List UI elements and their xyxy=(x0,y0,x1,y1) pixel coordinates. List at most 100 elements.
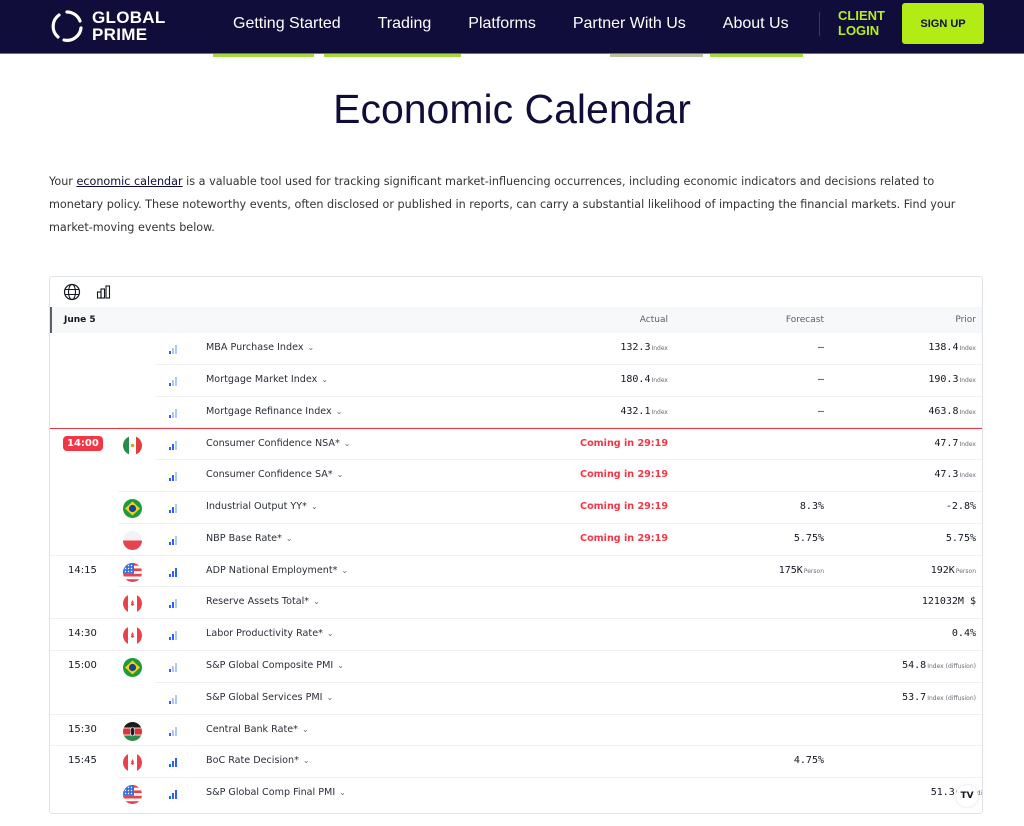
tradingview-logo-icon[interactable]: TV xyxy=(956,785,978,807)
event-name-text: S&P Global Composite PMI xyxy=(206,659,334,671)
prior-value: 47.7Index xyxy=(934,438,976,449)
event-name[interactable]: Central Bank Rate* ⌄ xyxy=(206,724,309,735)
event-row[interactable]: Mortgage Refinance Index ⌄ 432.1 Index — 463.… xyxy=(50,397,982,429)
nav-links: Getting Started Trading Platforms Partne… xyxy=(233,0,826,48)
actual-unit: Index xyxy=(651,345,668,352)
event-name[interactable]: Consumer Confidence SA* ⌄ xyxy=(206,469,343,480)
prior-value: 192KPerson xyxy=(931,565,976,576)
event-name[interactable]: Reserve Assets Total* ⌄ xyxy=(206,596,320,607)
prior-value-text: 47.7 xyxy=(934,438,959,450)
event-row[interactable]: 14:30 Labor Productivity Rate* ⌄ 0.4% xyxy=(50,619,982,651)
event-name[interactable]: BoC Rate Decision* ⌄ xyxy=(206,755,310,766)
importance-1-icon xyxy=(169,345,179,354)
event-name[interactable]: NBP Base Rate* ⌄ xyxy=(206,533,293,544)
forecast-value: 5.75% xyxy=(794,533,824,544)
importance-2-icon xyxy=(169,599,179,609)
importance-1-icon xyxy=(169,408,179,418)
prior-value-text: 463.8 xyxy=(928,405,959,417)
prior-value-text: 121032M $ xyxy=(921,596,976,608)
event-row[interactable]: Consumer Confidence SA* ⌄ Coming in 29:19 4… xyxy=(50,460,982,492)
event-name[interactable]: S&P Global Services PMI ⌄ xyxy=(206,692,333,703)
client-login-line-1: CLIENT xyxy=(838,8,885,23)
nav-trading[interactable]: Trading xyxy=(378,15,432,33)
chevron-down-icon: ⌄ xyxy=(307,343,315,352)
event-row[interactable]: 14:00 Consumer Confidence NSA* ⌄ Coming in… xyxy=(50,428,982,461)
event-row[interactable]: S&P Global Services PMI ⌄ 53.7Index (diffu… xyxy=(50,683,982,715)
actual-value-text: 132.3 xyxy=(620,342,651,353)
calendar-toolbar xyxy=(50,277,982,307)
flag-brazil-icon xyxy=(123,657,142,677)
actual-value: Coming in 29:19 xyxy=(580,533,668,544)
actual-unit: Index xyxy=(651,376,668,384)
event-row[interactable]: 15:45 BoC Rate Decision* ⌄ 4.75% xyxy=(50,746,982,779)
client-login-link[interactable]: CLIENT LOGIN xyxy=(838,8,885,38)
prior-value: 47.3Index xyxy=(934,469,976,480)
event-name[interactable]: Labor Productivity Rate* ⌄ xyxy=(206,628,334,639)
actual-value: Coming in 29:19 xyxy=(580,501,668,512)
importance-2-icon xyxy=(169,441,179,451)
sign-up-button[interactable]: SIGN UP xyxy=(902,3,984,44)
event-name[interactable]: S&P Global Comp Final PMI ⌄ xyxy=(206,787,346,798)
event-row[interactable]: NBP Base Rate* ⌄ Coming in 29:19 5.75% 5.75% xyxy=(50,524,982,556)
forecast-value-text: — xyxy=(817,405,824,417)
prior-unit: Index xyxy=(959,345,976,352)
page-title: Economic Calendar xyxy=(333,86,691,132)
importance-2-icon xyxy=(169,472,179,482)
actual-value: 180.4Index xyxy=(620,374,668,385)
event-row[interactable]: Reserve Assets Total* ⌄ 121032M $ xyxy=(50,587,982,620)
nav-accent-underline xyxy=(213,54,314,57)
event-name[interactable]: Consumer Confidence NSA* ⌄ xyxy=(206,438,350,449)
chevron-down-icon: ⌄ xyxy=(321,374,329,384)
importance-3-icon xyxy=(169,567,179,577)
nav-getting-started[interactable]: Getting Started xyxy=(233,15,341,33)
event-row[interactable]: S&P Global Comp Final PMI⌄51.3Index (dif… xyxy=(50,778,982,810)
prior-unit: Index xyxy=(959,472,976,480)
nav-partner-with-us[interactable]: Partner With Us xyxy=(573,15,686,33)
event-name[interactable]: Industrial Output YY* ⌄ xyxy=(206,501,318,512)
event-name-text: S&P Global Comp Final PMI xyxy=(206,787,336,799)
event-name[interactable]: Mortgage Market Index ⌄ xyxy=(206,374,328,385)
prior-value: -2.8% xyxy=(946,501,976,512)
flag-canada-icon xyxy=(123,753,142,773)
event-row[interactable]: Industrial Output YY* ⌄ Coming in 29:19 8.3… xyxy=(50,492,982,524)
logo-ring-icon xyxy=(51,10,83,42)
importance-filter-icon[interactable] xyxy=(94,282,114,302)
event-name-text: MBA Purchase Index xyxy=(206,342,304,353)
prior-unit: Index xyxy=(959,441,976,449)
flag-poland-icon xyxy=(123,530,142,550)
prior-unit: Index xyxy=(959,408,976,416)
nav-accent-underline xyxy=(324,54,461,57)
event-row[interactable]: Mortgage Market Index ⌄ 180.4Index —190.3In… xyxy=(50,365,982,397)
table-header: June 5 Actual Forecast Prior xyxy=(50,307,982,333)
nav-divider xyxy=(819,12,820,36)
chevron-down-icon: ⌄ xyxy=(313,597,320,607)
chevron-down-icon: ⌄ xyxy=(285,533,293,543)
event-name[interactable]: MBA Purchase Index ⌄ xyxy=(206,342,314,353)
forecast-value: — xyxy=(818,406,824,417)
global-prime-logo[interactable]: GLOBAL PRIME xyxy=(50,6,166,46)
event-name[interactable]: Mortgage Refinance Index ⌄ xyxy=(206,406,342,417)
nav-platforms[interactable]: Platforms xyxy=(468,15,536,33)
column-header-forecast: Forecast xyxy=(785,315,824,325)
chevron-down-icon: ⌄ xyxy=(335,406,343,416)
event-row[interactable]: 15:00 S&P Global Composite PMI ⌄ 54.8Index… xyxy=(50,651,982,683)
actual-value-text: 432.1 xyxy=(620,405,651,417)
economic-calendar-link[interactable]: economic calendar xyxy=(76,175,182,188)
event-time: 15:00 xyxy=(68,659,97,671)
event-name[interactable]: ADP National Employment* ⌄ xyxy=(206,565,348,576)
actual-value-text: Coming in 29:19 xyxy=(580,438,668,450)
event-row[interactable]: 14:15 ADP National Employment* ⌄ 175KPerso… xyxy=(50,556,982,588)
event-name-text: Central Bank Rate* xyxy=(206,723,298,735)
event-name[interactable]: S&P Global Composite PMI ⌄ xyxy=(206,660,344,671)
forecast-value-text: 8.3% xyxy=(799,500,824,512)
importance-1-icon xyxy=(169,694,179,704)
event-row[interactable]: MBA Purchase Index ⌄ 132.3Index —138.4Index xyxy=(50,333,982,365)
prior-unit: Index (diffusion) xyxy=(927,662,976,670)
nav-about-us[interactable]: About Us xyxy=(723,15,789,33)
event-row[interactable]: 15:30 Central Bank Rate* ⌄ xyxy=(50,715,982,747)
importance-2-icon xyxy=(169,503,179,513)
event-name-text: Labor Productivity Rate* xyxy=(206,628,323,640)
client-login-line-2: LOGIN xyxy=(838,23,880,38)
globe-icon[interactable] xyxy=(62,282,82,302)
prior-value: 0.4% xyxy=(952,628,976,639)
